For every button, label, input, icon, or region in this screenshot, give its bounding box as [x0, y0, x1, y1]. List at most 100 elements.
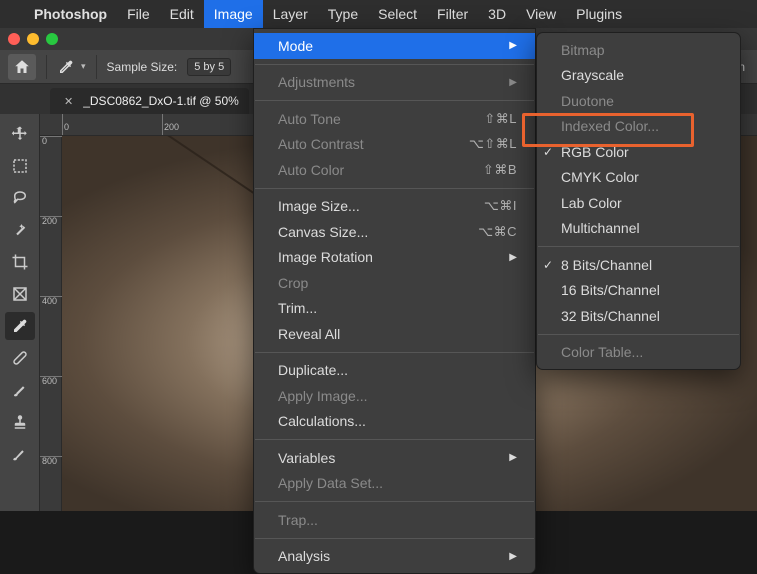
menubar-app-name[interactable]: Photoshop — [24, 0, 117, 28]
crop-tool[interactable] — [5, 248, 35, 276]
menu-item-label: Grayscale — [561, 67, 624, 83]
menu-shortcut: ⌥⇧⌘L — [469, 136, 517, 152]
wand-icon — [11, 221, 29, 239]
menu-separator — [255, 352, 534, 353]
fullscreen-window-button[interactable] — [46, 33, 58, 45]
lasso-tool[interactable] — [5, 184, 35, 212]
mode-item-bitmap[interactable]: Bitmap — [537, 37, 740, 63]
magic-wand-tool[interactable] — [5, 216, 35, 244]
menubar-item-filter[interactable]: Filter — [427, 0, 478, 28]
menubar-item-type[interactable]: Type — [318, 0, 368, 28]
minimize-window-button[interactable] — [27, 33, 39, 45]
eyedropper-tool[interactable] — [5, 312, 35, 340]
frame-tool[interactable] — [5, 280, 35, 308]
menu-item-calculations[interactable]: Calculations... — [254, 409, 535, 435]
menubar-item-3d[interactable]: 3D — [478, 0, 516, 28]
chevron-down-icon: ▾ — [81, 61, 86, 72]
menu-separator — [255, 100, 534, 101]
move-tool[interactable] — [5, 120, 35, 148]
ruler-tick-label: 800 — [42, 456, 57, 466]
submenu-arrow-icon: ▶ — [509, 40, 517, 51]
menu-item-auto-tone[interactable]: Auto Tone⇧⌘L — [254, 106, 535, 132]
menu-separator — [255, 188, 534, 189]
eyedropper-icon — [57, 58, 75, 76]
close-tab-icon[interactable]: ✕ — [64, 95, 73, 108]
menu-shortcut: ⌥⌘I — [484, 198, 517, 214]
sample-size-label: Sample Size: — [107, 60, 178, 74]
mode-item-rgb[interactable]: ✓RGB Color — [537, 139, 740, 165]
mode-item-indexed[interactable]: Indexed Color... — [537, 114, 740, 140]
menu-item-analysis[interactable]: Analysis ▶ — [254, 544, 535, 570]
menu-item-canvas-size[interactable]: Canvas Size...⌥⌘C — [254, 219, 535, 245]
mode-item-multichannel[interactable]: Multichannel — [537, 216, 740, 242]
menu-item-label: Image Rotation — [278, 249, 373, 265]
menu-item-label: Duotone — [561, 93, 614, 109]
menubar-item-edit[interactable]: Edit — [160, 0, 204, 28]
check-icon: ✓ — [543, 258, 553, 272]
menu-item-variables[interactable]: Variables▶ — [254, 445, 535, 471]
image-menu-dropdown: Mode▶ Adjustments▶ Auto Tone⇧⌘L Auto Con… — [253, 28, 536, 574]
menu-item-auto-contrast[interactable]: Auto Contrast⌥⇧⌘L — [254, 132, 535, 158]
menu-item-label: Trap... — [278, 512, 318, 528]
menu-item-label: Analysis — [278, 548, 330, 564]
mode-item-32bit[interactable]: 32 Bits/Channel — [537, 303, 740, 329]
mode-item-lab[interactable]: Lab Color — [537, 190, 740, 216]
menu-item-label: Auto Color — [278, 162, 344, 178]
menu-item-crop[interactable]: Crop — [254, 270, 535, 296]
menubar-item-view[interactable]: View — [516, 0, 566, 28]
menu-item-label: 32 Bits/Channel — [561, 308, 660, 324]
menu-item-adjustments[interactable]: Adjustments▶ — [254, 70, 535, 96]
menu-item-apply-image[interactable]: Apply Image... — [254, 383, 535, 409]
menu-item-label: Canvas Size... — [278, 224, 368, 240]
menu-separator — [255, 64, 534, 65]
menu-item-label: RGB Color — [561, 144, 629, 160]
menu-item-label: Apply Image... — [278, 388, 368, 404]
menu-item-label: Duplicate... — [278, 362, 348, 378]
marquee-tool[interactable] — [5, 152, 35, 180]
mode-item-color-table[interactable]: Color Table... — [537, 340, 740, 366]
clone-stamp-tool[interactable] — [5, 408, 35, 436]
menu-item-label: Calculations... — [278, 413, 366, 429]
ruler-tick-label: 600 — [42, 376, 57, 386]
ruler-tick-label: 0 — [64, 122, 69, 132]
ruler-tick-label: 400 — [42, 296, 57, 306]
mode-item-16bit[interactable]: 16 Bits/Channel — [537, 278, 740, 304]
menubar-item-file[interactable]: File — [117, 0, 160, 28]
mode-item-cmyk[interactable]: CMYK Color — [537, 165, 740, 191]
menu-separator — [538, 246, 739, 247]
menubar-item-image[interactable]: Image — [204, 0, 263, 28]
submenu-arrow-icon: ▶ — [509, 551, 517, 562]
menu-shortcut: ⇧⌘B — [483, 162, 517, 178]
tool-preset-picker[interactable]: ▾ — [57, 58, 86, 76]
menu-item-label: Trim... — [278, 300, 317, 316]
home-button[interactable] — [8, 54, 36, 80]
menu-item-trim[interactable]: Trim... — [254, 296, 535, 322]
menubar-item-select[interactable]: Select — [368, 0, 427, 28]
mode-item-duotone[interactable]: Duotone — [537, 88, 740, 114]
document-tab[interactable]: ✕ _DSC0862_DxO-1.tif @ 50% — [50, 88, 249, 114]
menu-item-label: Apply Data Set... — [278, 475, 383, 491]
menubar-item-layer[interactable]: Layer — [263, 0, 318, 28]
healing-brush-tool[interactable] — [5, 344, 35, 372]
menu-item-image-size[interactable]: Image Size... ⌥⌘I — [254, 194, 535, 220]
ruler-vertical[interactable]: 0 200 400 600 800 — [40, 136, 62, 511]
close-window-button[interactable] — [8, 33, 20, 45]
menu-item-auto-color[interactable]: Auto Color ⇧⌘B — [254, 157, 535, 183]
menu-item-mode[interactable]: Mode▶ — [254, 33, 535, 59]
history-brush-tool[interactable] — [5, 440, 35, 468]
mode-item-8bit[interactable]: ✓8 Bits/Channel — [537, 252, 740, 278]
menubar-item-plugins[interactable]: Plugins — [566, 0, 632, 28]
menu-item-reveal-all[interactable]: Reveal All — [254, 321, 535, 347]
menu-item-label: Lab Color — [561, 195, 622, 211]
menu-item-duplicate[interactable]: Duplicate... — [254, 358, 535, 384]
submenu-arrow-icon: ▶ — [509, 252, 517, 263]
mode-item-grayscale[interactable]: Grayscale — [537, 63, 740, 89]
divider — [96, 55, 97, 79]
brush-tool[interactable] — [5, 376, 35, 404]
menu-item-image-rotation[interactable]: Image Rotation ▶ — [254, 245, 535, 271]
menu-item-apply-data-set[interactable]: Apply Data Set... — [254, 471, 535, 497]
sample-size-dropdown[interactable]: 5 by 5 — [187, 58, 231, 76]
menu-item-label: Variables — [278, 450, 335, 466]
menu-item-label: Image Size... — [278, 198, 360, 214]
menu-item-label: Adjustments — [278, 74, 355, 90]
